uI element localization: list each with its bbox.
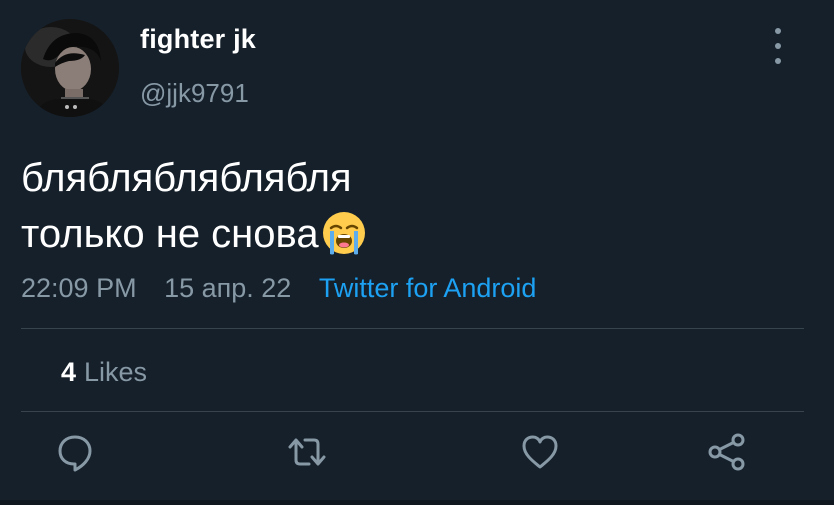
retweet-button[interactable] bbox=[285, 430, 329, 474]
heart-icon bbox=[522, 435, 558, 469]
tweet-actions-bar bbox=[0, 430, 834, 486]
divider bbox=[21, 328, 804, 329]
more-dot-icon bbox=[775, 58, 781, 64]
more-options-button[interactable] bbox=[764, 28, 792, 64]
likes-count: 4 bbox=[61, 357, 77, 387]
divider bbox=[21, 411, 804, 412]
tweet-detail: fighter jk @jjk9791 бляблябляблябля толь… bbox=[0, 0, 834, 505]
reply-button[interactable] bbox=[53, 430, 97, 474]
avatar[interactable] bbox=[21, 19, 119, 117]
loudly-crying-face-icon bbox=[321, 210, 367, 271]
like-button[interactable] bbox=[518, 430, 562, 474]
tweet-line: бляблябляблябля bbox=[21, 156, 352, 200]
tweet-line-text: только не снова bbox=[21, 212, 319, 256]
share-button[interactable] bbox=[705, 430, 749, 474]
reply-icon bbox=[58, 435, 92, 472]
tweet-time: 22:09 PM bbox=[21, 273, 137, 303]
display-name[interactable]: fighter jk bbox=[140, 24, 256, 55]
more-dot-icon bbox=[775, 43, 781, 49]
tweet-date: 15 апр. 22 bbox=[164, 273, 292, 303]
tweet-line: только не снова bbox=[21, 206, 367, 271]
likes-label: Likes bbox=[84, 357, 148, 387]
tweet-text: бляблябляблябля только не снова bbox=[21, 150, 367, 271]
tweet-source-link[interactable]: Twitter for Android bbox=[319, 273, 537, 304]
more-dot-icon bbox=[775, 28, 781, 34]
bottom-edge bbox=[0, 500, 834, 505]
tweet-meta: 22:09 PM 15 апр. 22 Twitter for Android bbox=[21, 273, 536, 304]
user-avatar-photo-icon bbox=[21, 19, 119, 117]
retweet-icon bbox=[288, 438, 326, 466]
share-icon bbox=[708, 433, 745, 471]
user-handle[interactable]: @jjk9791 bbox=[140, 78, 249, 109]
likes-stat[interactable]: 4 Likes bbox=[61, 357, 147, 388]
